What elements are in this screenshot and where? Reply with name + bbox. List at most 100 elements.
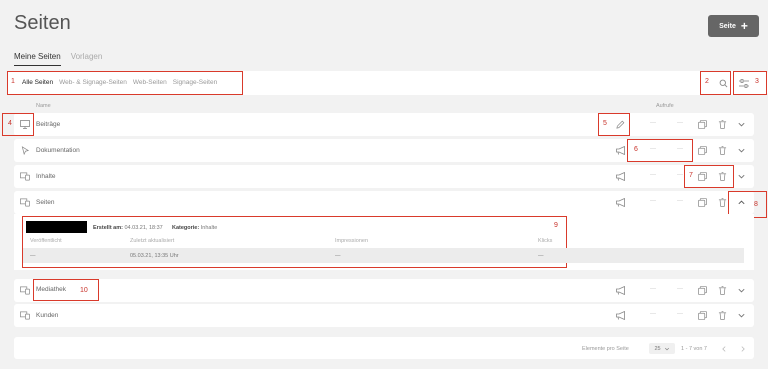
search-icon[interactable] <box>718 78 728 88</box>
megaphone-icon[interactable] <box>616 285 626 295</box>
annotation-number-6: 6 <box>634 146 638 153</box>
row-label[interactable]: Beiträge <box>36 121 60 128</box>
page-row[interactable] <box>14 279 754 302</box>
views-dash: — <box>650 172 656 178</box>
megaphone-icon[interactable] <box>616 171 626 181</box>
category-info: Kategorie: Inhalte <box>172 225 217 231</box>
multi-device-icon <box>20 171 30 181</box>
filter-list: Alle Seiten Web- & Signage-Seiten Web-Se… <box>22 79 217 86</box>
page-row[interactable] <box>14 304 754 327</box>
page-row[interactable] <box>14 191 754 214</box>
views-dash: — <box>650 311 656 317</box>
views-dash: — <box>650 146 656 152</box>
page-range: 1 - 7 von 7 <box>681 346 707 352</box>
views-dash: — <box>677 198 683 204</box>
plus-icon: + <box>740 19 748 33</box>
annotation-number-3: 3 <box>755 78 759 85</box>
copy-icon[interactable] <box>697 145 707 155</box>
detail-value-impressions: — <box>335 253 341 259</box>
chevron-left-icon[interactable] <box>719 344 729 354</box>
detail-header-updated: Zuletzt aktualisiert <box>130 238 175 244</box>
chevron-right-icon[interactable] <box>738 344 748 354</box>
redacted-thumbnail <box>26 221 87 233</box>
annotation-number-1: 1 <box>11 78 15 85</box>
detail-value-updated: 05.03.21, 13:35 Uhr <box>130 253 179 259</box>
trash-icon[interactable] <box>717 145 727 155</box>
annotation-number-9: 9 <box>554 222 558 229</box>
annotation-number-10: 10 <box>80 287 88 294</box>
megaphone-icon[interactable] <box>616 145 626 155</box>
row-label[interactable]: Mediathek <box>36 286 66 293</box>
page-row[interactable] <box>14 165 754 188</box>
chevron-down-icon[interactable] <box>736 119 746 129</box>
pagination-bar <box>14 337 754 359</box>
multi-device-icon <box>20 197 30 207</box>
new-page-button[interactable]: Seite + <box>708 15 759 37</box>
views-dash: — <box>677 172 683 178</box>
filter-all-pages[interactable]: Alle Seiten <box>22 79 53 86</box>
row-label[interactable]: Dokumentation <box>36 147 80 154</box>
views-dash: — <box>650 286 656 292</box>
chevron-down-icon[interactable] <box>736 285 746 295</box>
chevron-down-icon[interactable] <box>736 145 746 155</box>
row-label[interactable]: Kunden <box>36 312 58 319</box>
views-dash: — <box>650 120 656 126</box>
copy-icon[interactable] <box>697 119 707 129</box>
chevron-down-icon[interactable] <box>736 171 746 181</box>
copy-icon[interactable] <box>697 171 707 181</box>
annotation-number-8: 8 <box>754 201 758 208</box>
category-value: Inhalte <box>200 225 218 231</box>
annotation-number-4: 4 <box>8 120 12 127</box>
created-info: Erstellt am: 04.03.21, 18:37 <box>93 225 163 231</box>
filter-web[interactable]: Web-Seiten <box>133 79 167 86</box>
page-row[interactable] <box>14 113 754 136</box>
column-views: Aufrufe <box>656 103 674 109</box>
copy-icon[interactable] <box>697 310 707 320</box>
views-dash: — <box>650 198 656 204</box>
chevron-down-icon[interactable] <box>736 310 746 320</box>
megaphone-icon[interactable] <box>616 310 626 320</box>
copy-icon[interactable] <box>697 285 707 295</box>
chevron-down-icon <box>664 347 669 350</box>
tab-my-pages[interactable]: Meine Seiten <box>14 52 61 66</box>
monitor-icon <box>20 119 30 129</box>
page-title: Seiten <box>14 12 71 34</box>
megaphone-icon[interactable] <box>616 197 626 207</box>
detail-header-published: Veröffentlicht <box>30 238 62 244</box>
filter-settings-icon[interactable] <box>739 78 749 88</box>
filter-signage[interactable]: Signage-Seiten <box>173 79 217 86</box>
annotation-number-7: 7 <box>689 172 693 179</box>
detail-header-clicks: Klicks <box>538 238 553 244</box>
tab-templates[interactable]: Vorlagen <box>71 52 103 66</box>
copy-icon[interactable] <box>697 197 707 207</box>
chevron-up-icon[interactable] <box>736 197 746 207</box>
new-page-label: Seite <box>719 22 736 30</box>
multi-device-icon <box>20 310 30 320</box>
per-page-value: 25 <box>654 345 661 352</box>
trash-icon[interactable] <box>717 285 727 295</box>
row-label[interactable]: Seiten <box>36 199 54 206</box>
detail-header-impressions: Impressionen <box>335 238 369 244</box>
category-label: Kategorie: <box>172 225 200 231</box>
views-dash: — <box>677 120 683 126</box>
per-page-label: Elemente pro Seite <box>582 346 629 352</box>
trash-icon[interactable] <box>717 197 727 207</box>
trash-icon[interactable] <box>717 310 727 320</box>
created-label: Erstellt am: <box>93 225 123 231</box>
detail-value-published: — <box>30 253 36 259</box>
detail-value-clicks: — <box>538 253 544 259</box>
created-value: 04.03.21, 18:37 <box>124 225 163 231</box>
row-label[interactable]: Inhalte <box>36 173 56 180</box>
annotation-number-2: 2 <box>705 78 709 85</box>
views-dash: — <box>677 286 683 292</box>
trash-icon[interactable] <box>717 171 727 181</box>
views-dash: — <box>677 311 683 317</box>
cursor-icon <box>20 145 30 155</box>
filter-web-signage[interactable]: Web- & Signage-Seiten <box>59 79 127 86</box>
annotation-number-5: 5 <box>603 120 607 127</box>
column-name: Name <box>36 103 51 109</box>
per-page-select[interactable]: 25 <box>649 343 675 354</box>
trash-icon[interactable] <box>717 119 727 129</box>
views-dash: — <box>677 146 683 152</box>
pencil-icon[interactable] <box>615 119 625 129</box>
